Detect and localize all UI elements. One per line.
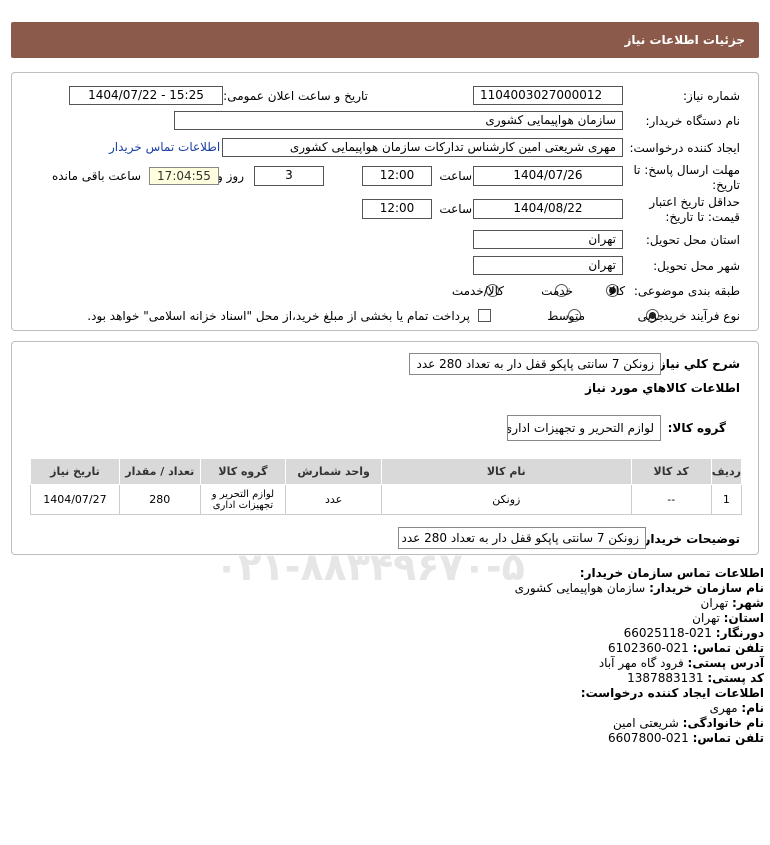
category-option-service: خدمت xyxy=(541,284,573,298)
summary-label: شرح کلي نياز: xyxy=(654,357,740,371)
goods-info-title: اطلاعات کالاهاي مورد نياز xyxy=(585,381,740,395)
city-field[interactable]: تهران xyxy=(473,256,623,275)
cell-row: 1 xyxy=(710,484,743,515)
deadline-date-field[interactable]: 1404/07/26 xyxy=(473,166,623,186)
col-row: ردیف xyxy=(710,458,743,485)
cell-quantity: 280 xyxy=(118,484,201,515)
contact-city: شهر: تهران xyxy=(700,596,764,610)
col-code: کد کالا xyxy=(630,458,712,485)
col-group: گروه کالا xyxy=(199,458,287,485)
table-row[interactable]: 1 -- زونکن عدد لوازم التحریر و تجهیزات ا… xyxy=(30,484,743,515)
need-number-field[interactable]: 1104003027000012 xyxy=(473,86,623,105)
days-label: روز و xyxy=(217,169,244,183)
cell-code: -- xyxy=(630,484,712,515)
category-option-goods: کالا xyxy=(608,284,625,298)
contact-postal: کد پستی: 1387883131 xyxy=(627,671,764,685)
col-need-date: تاریخ نیاز xyxy=(30,458,120,485)
province-field[interactable]: تهران xyxy=(473,230,623,249)
goods-table-header: ردیف کد کالا نام کالا واحد شمارش گروه کا… xyxy=(30,458,743,485)
category-label: طبقه بندی موضوعی: xyxy=(633,284,740,298)
announce-datetime-label: تاریخ و ساعت اعلان عمومی: xyxy=(223,89,368,103)
contact-phone: تلفن تماس: 021-6102360 xyxy=(608,641,764,655)
goods-table: ردیف کد کالا نام کالا واحد شمارش گروه کا… xyxy=(30,458,743,515)
remaining-days-field[interactable]: 3 xyxy=(254,166,324,186)
buyer-org-label: نام دستگاه خریدار: xyxy=(645,114,741,128)
remaining-time-label: ساعت باقی مانده xyxy=(51,169,141,183)
validity-time-label: ساعت xyxy=(439,202,472,216)
cell-name: زونکن xyxy=(380,484,632,515)
remaining-time-field: 17:04:55 xyxy=(149,167,219,185)
contact-info-section: اطلاعات تماس سازمان خریدار: نام سازمان خ… xyxy=(0,566,770,745)
process-label: نوع فرآیند خرید : xyxy=(655,309,740,323)
page-title: جزئیات اطلاعات نیاز xyxy=(624,33,745,47)
goods-group-label: گروه کالا: xyxy=(667,421,726,435)
col-name: نام کالا xyxy=(380,458,632,485)
creator-info-title: اطلاعات ایجاد کننده درخواست: xyxy=(580,686,764,700)
need-info-panel: شماره نیاز: 1104003027000012 تاریخ و ساع… xyxy=(11,72,759,331)
province-label: استان محل تحویل: xyxy=(645,233,740,247)
buyer-org-field[interactable]: سازمان هواپیمایی کشوری xyxy=(174,111,623,130)
creator-label: ایجاد کننده درخواست: xyxy=(629,141,740,155)
treasury-checkbox[interactable] xyxy=(478,309,491,322)
validity-date-field[interactable]: 1404/08/22 xyxy=(473,199,623,219)
page-header: جزئیات اطلاعات نیاز xyxy=(11,22,759,58)
creator-last-name: نام خانوادگی: شریعتی امین xyxy=(613,716,764,730)
deadline-time-label: ساعت xyxy=(439,169,472,183)
process-option-minor: جزیی xyxy=(637,309,665,323)
contact-province: استان: تهران xyxy=(692,611,764,625)
buyer-contact-link[interactable]: اطلاعات تماس خریدار xyxy=(109,140,220,154)
col-unit: واحد شمارش xyxy=(285,458,382,485)
validity-label-2: قیمت: تا تاریخ: xyxy=(665,210,740,224)
cell-group: لوازم التحریر و تجهیزات اداری xyxy=(199,484,287,515)
cell-unit: عدد xyxy=(285,484,382,515)
need-number-label: شماره نیاز: xyxy=(683,89,740,103)
validity-time-field[interactable]: 12:00 xyxy=(362,199,432,219)
process-option-medium: متوسط xyxy=(547,309,585,323)
buyer-notes-field: زونکن 7 سانتی پاپکو قفل دار به تعداد 280… xyxy=(398,527,646,549)
goods-details-panel: شرح کلي نياز: زونکن 7 سانتی پاپکو قفل دا… xyxy=(11,341,759,555)
goods-group-field: لوازم التحریر و تجهیزات اداری xyxy=(507,415,661,441)
creator-field[interactable]: مهری شریعتی امین کارشناس تدارکات سازمان … xyxy=(222,138,623,157)
summary-field: زونکن 7 سانتی پاپکو قفل دار به تعداد 280… xyxy=(409,353,661,375)
contact-title: اطلاعات تماس سازمان خریدار: xyxy=(579,566,764,580)
announce-datetime-field[interactable]: 1404/07/22 - 15:25 xyxy=(69,86,223,105)
city-label: شهر محل تحویل: xyxy=(653,259,740,273)
cell-need-date: 1404/07/27 xyxy=(30,484,120,515)
payment-note: پرداخت تمام یا بخشی از مبلغ خرید،از محل … xyxy=(87,309,470,323)
col-quantity: تعداد / مقدار xyxy=(118,458,201,485)
deadline-time-field[interactable]: 12:00 xyxy=(362,166,432,186)
creator-phone: تلفن تماس: 021-6607800 xyxy=(608,731,764,745)
contact-buyer-name: نام سازمان خریدار: سازمان هواپیمایی کشور… xyxy=(514,581,764,595)
buyer-notes-label: توضیحات خریدار: xyxy=(638,532,740,546)
category-option-both: کالا/خدمت xyxy=(451,284,504,298)
creator-first-name: نام: مهری xyxy=(709,701,764,715)
contact-address: آدرس پستی: فرود گاه مهر آباد xyxy=(598,656,764,670)
contact-fax: دورنگار: 021-66025118 xyxy=(623,626,764,640)
deadline-label-2: تاریخ: xyxy=(712,178,740,192)
